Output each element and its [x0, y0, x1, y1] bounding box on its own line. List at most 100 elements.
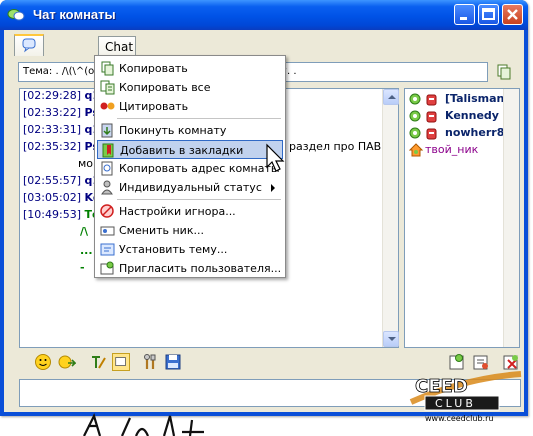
leave-room-icon: [101, 123, 113, 138]
menu-item-label: Пригласить пользователя...: [119, 262, 282, 275]
menu-item-label: Копировать адрес комнаты: [119, 162, 280, 175]
menu-item-ignore[interactable]: Настройки игнора...: [97, 202, 283, 221]
menu-item-status[interactable]: Индивидуальный статус: [97, 178, 283, 197]
chat-message: [02:33:22] Ps: [23, 106, 99, 119]
smiley-icon[interactable]: [34, 353, 52, 371]
copy-address-icon: [101, 161, 113, 176]
chat-bubble-icon: [22, 38, 36, 53]
svg-text:www.ceedclub.ru: www.ceedclub.ru: [425, 414, 493, 423]
bookmark-icon: [102, 143, 114, 158]
copy-icon: [101, 61, 114, 76]
topic-icon: [100, 243, 115, 256]
chat-scrollbar[interactable]: [382, 89, 399, 347]
menu-item-copy[interactable]: Копировать: [97, 59, 283, 78]
tab-bar: Chat: [4, 30, 524, 56]
message-time: [02:33:22]: [23, 106, 81, 119]
user-status-icon: [409, 127, 437, 140]
chat-message: [10:49:53] Те: [23, 208, 99, 221]
ceedclub-logo: CEED CLUB www.ceedclub.ru: [409, 371, 522, 423]
user-name: твой_ник: [425, 143, 479, 156]
nick-icon: [100, 226, 115, 236]
smiley-arrow-icon[interactable]: [58, 353, 76, 371]
message-time: [10:49:53]: [23, 208, 81, 221]
menu-item-label: Копировать все: [119, 81, 211, 94]
save-log-icon[interactable]: [164, 353, 182, 371]
menu-item-nick[interactable]: Сменить ник...: [97, 221, 283, 240]
context-menu: Копировать Копировать все Цитировать Покину…: [94, 55, 286, 278]
tab-room-list[interactable]: [14, 34, 44, 56]
chat-message: [02:33:31] q1: [23, 123, 100, 136]
status-icon: [101, 180, 113, 195]
user-info-icon[interactable]: [448, 353, 466, 371]
menu-item-label: Настройки игнора...: [119, 205, 236, 218]
chat-message: мо: [78, 157, 93, 170]
menu-item-topic[interactable]: Установить тему...: [97, 240, 283, 259]
maximize-button[interactable]: [478, 4, 499, 25]
menu-item-label: Сменить ник...: [119, 224, 204, 237]
copy-all-icon: [100, 80, 115, 95]
close-chat-icon[interactable]: [502, 353, 520, 371]
menu-item-label: Установить тему...: [119, 243, 228, 256]
tab-chat-label: Chat: [105, 40, 134, 54]
private-message-icon[interactable]: [472, 353, 490, 371]
chat-message: [02:35:32] Ps раздел про ПАВ: [23, 140, 381, 153]
close-icon: [507, 9, 518, 20]
message-window-icon[interactable]: [112, 353, 130, 371]
ceedclub-watermark: CEED CLUB www.ceedclub.ru: [405, 370, 523, 426]
user-name: nowherr8r: [445, 126, 510, 139]
chat-message: [02:29:28] q1: [23, 89, 100, 102]
submenu-arrow-icon: [271, 184, 275, 192]
menu-separator: [117, 199, 281, 200]
menu-item-label: Добавить в закладки: [120, 144, 244, 157]
user-name: Kennedy: [445, 109, 499, 122]
scroll-up-button[interactable]: [383, 89, 399, 105]
menu-item-label: Покинуть комнату: [119, 124, 227, 137]
user-list-scrollbar[interactable]: [503, 89, 519, 347]
user-name: [Talisman]: [445, 92, 510, 105]
text-format-icon[interactable]: [89, 353, 107, 371]
user-list[interactable]: [Talisman] Kennedy nowherr8r твой_ник: [404, 88, 520, 348]
svg-text:CLUB: CLUB: [435, 397, 476, 410]
ignore-icon: [100, 204, 114, 218]
message-time: [02:29:28]: [23, 89, 81, 102]
minimize-icon: [460, 17, 467, 20]
ascii-art-line: -: [80, 261, 85, 274]
svg-text:CEED: CEED: [415, 376, 468, 397]
close-button[interactable]: [502, 4, 523, 25]
topic-text: Тема: . /\(\^(o,: [23, 66, 98, 77]
quote-icon: [100, 102, 115, 110]
ascii-art-line: /\: [80, 225, 89, 238]
menu-item-copy-address[interactable]: Копировать адрес комнаты: [97, 159, 283, 178]
user-status-icon: [409, 93, 437, 106]
message-text: мо: [78, 157, 94, 170]
chat-message: [02:55:57] q1: [23, 174, 100, 187]
tab-chat[interactable]: Chat: [98, 36, 136, 56]
message-time: [03:05:02]: [23, 191, 81, 204]
invite-icon: [100, 261, 114, 275]
menu-separator: [117, 118, 281, 119]
copy-topic-icon[interactable]: [494, 62, 514, 82]
message-time: [02:33:31]: [23, 123, 81, 136]
minimize-button[interactable]: [454, 4, 475, 25]
home-user-icon: [409, 143, 423, 157]
message-text: раздел про ПАВ: [289, 140, 382, 153]
tools-icon[interactable]: [142, 353, 160, 371]
menu-item-label: Цитировать: [119, 100, 189, 113]
scroll-down-button[interactable]: [383, 331, 399, 347]
menu-item-label: Индивидуальный статус: [119, 181, 262, 194]
user-status-icon: [409, 110, 437, 123]
menu-item-label: Копировать: [119, 62, 188, 75]
window-title: Чат комнаты: [33, 7, 116, 22]
menu-item-quote[interactable]: Цитировать: [97, 97, 283, 116]
maximize-icon: [482, 8, 495, 20]
handwriting-scribble: [83, 413, 204, 436]
mouse-cursor-icon: [266, 143, 285, 172]
menu-item-leave-room[interactable]: Покинуть комнату: [97, 121, 283, 140]
menu-item-copy-all[interactable]: Копировать все: [97, 78, 283, 97]
menu-item-invite[interactable]: Пригласить пользователя...: [97, 259, 283, 278]
ascii-art-line: ...: [80, 244, 93, 257]
message-time: [02:55:57]: [23, 174, 81, 187]
title-bar[interactable]: Чат комнаты: [0, 0, 528, 30]
message-time: [02:35:32]: [23, 140, 81, 153]
menu-item-bookmark[interactable]: Добавить в закладки: [97, 140, 283, 159]
